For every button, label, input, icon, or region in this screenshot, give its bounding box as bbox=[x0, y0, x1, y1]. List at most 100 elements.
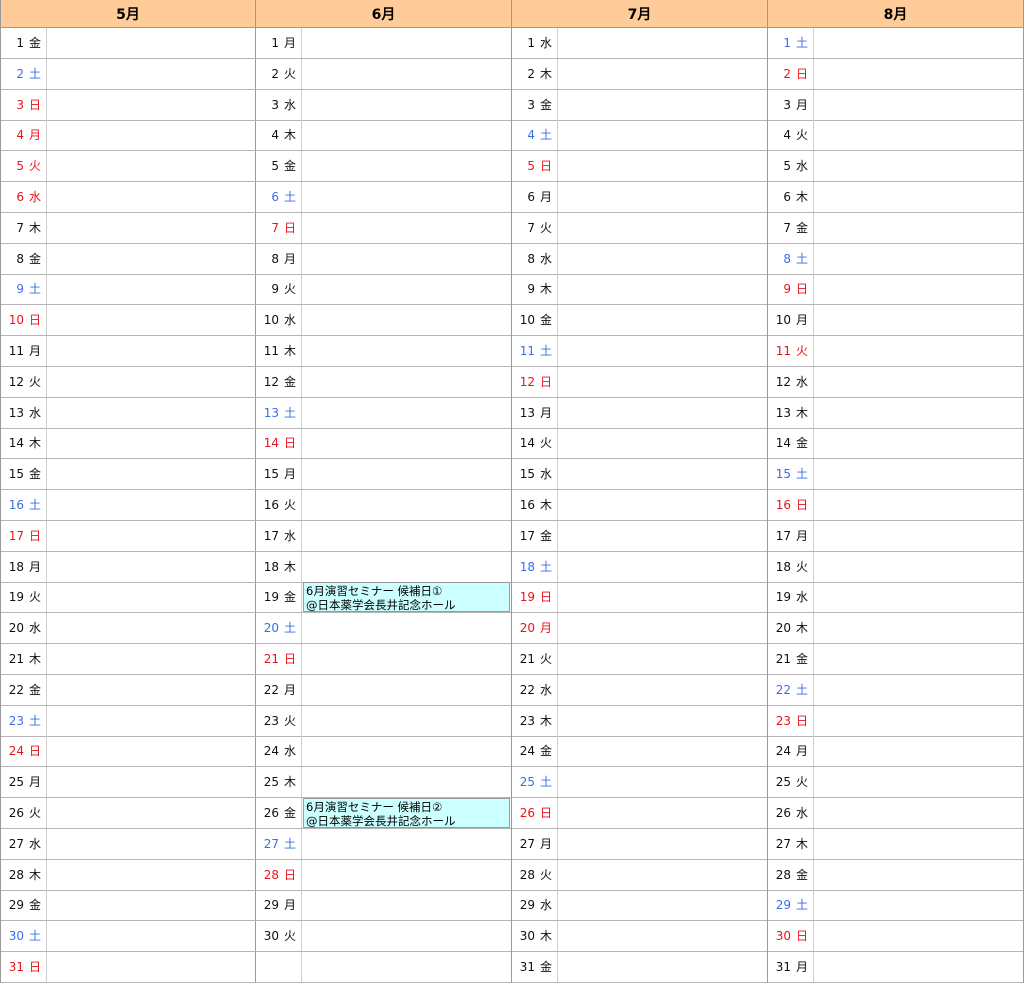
day-row[interactable]: 18 土 bbox=[512, 551, 767, 583]
day-row[interactable]: 23 日 bbox=[768, 705, 1023, 737]
day-row[interactable]: 24 金 bbox=[512, 736, 767, 768]
day-row[interactable]: 7日 bbox=[256, 212, 511, 244]
day-row[interactable]: 7金 bbox=[768, 212, 1023, 244]
day-row[interactable]: 1水 bbox=[512, 28, 767, 59]
day-row[interactable]: 27 土 bbox=[256, 828, 511, 860]
day-row[interactable]: 16 日 bbox=[768, 490, 1023, 521]
day-row[interactable]: 22 金 bbox=[1, 674, 256, 706]
day-row[interactable]: 30 日 bbox=[768, 921, 1023, 953]
day-row[interactable]: 14 木 bbox=[1, 428, 256, 460]
day-row[interactable]: 24 水 bbox=[256, 736, 511, 768]
day-row[interactable]: 6月 bbox=[512, 182, 767, 213]
day-row[interactable]: 15 月 bbox=[256, 459, 511, 491]
day-row[interactable]: 5金 bbox=[256, 151, 511, 183]
day-row[interactable]: 10 水 bbox=[256, 305, 511, 337]
day-row[interactable]: 13 月 bbox=[512, 397, 767, 429]
day-row[interactable]: 20 水 bbox=[1, 613, 256, 645]
day-row[interactable]: 6土 bbox=[256, 182, 511, 213]
day-row[interactable]: 23 木 bbox=[512, 705, 767, 737]
day-row[interactable]: 17 月 bbox=[768, 520, 1023, 552]
day-row[interactable]: 30 火 bbox=[256, 921, 511, 953]
day-row[interactable]: 26 火 bbox=[1, 798, 256, 829]
day-row[interactable]: 22 土 bbox=[768, 674, 1023, 706]
day-row[interactable]: 13 木 bbox=[768, 397, 1023, 429]
day-row[interactable]: 16 土 bbox=[1, 490, 256, 521]
day-row[interactable]: 30 木 bbox=[512, 921, 767, 953]
day-row[interactable]: 11 土 bbox=[512, 336, 767, 367]
day-row[interactable]: 29 月 bbox=[256, 890, 511, 922]
day-row[interactable]: 17 水 bbox=[256, 520, 511, 552]
day-row[interactable] bbox=[256, 952, 511, 983]
day-row[interactable]: 20 月 bbox=[512, 613, 767, 645]
day-row[interactable]: 23 火 bbox=[256, 705, 511, 737]
day-row[interactable]: 2土 bbox=[1, 58, 256, 90]
day-row[interactable]: 25 月 bbox=[1, 767, 256, 799]
day-row[interactable]: 31 金 bbox=[512, 952, 767, 983]
day-row[interactable]: 31 月 bbox=[768, 952, 1023, 983]
day-row[interactable]: 4土 bbox=[512, 120, 767, 152]
day-row[interactable]: 2火 bbox=[256, 58, 511, 90]
day-row[interactable]: 18 月 bbox=[1, 551, 256, 583]
day-row[interactable]: 25 木 bbox=[256, 767, 511, 799]
day-row[interactable]: 4火 bbox=[768, 120, 1023, 152]
day-row[interactable]: 16 木 bbox=[512, 490, 767, 521]
day-row[interactable]: 26 日 bbox=[512, 798, 767, 829]
day-row[interactable]: 29 水 bbox=[512, 890, 767, 922]
day-row[interactable]: 11 木 bbox=[256, 336, 511, 367]
day-row[interactable]: 11 月 bbox=[1, 336, 256, 367]
day-row[interactable]: 21 火 bbox=[512, 644, 767, 675]
day-row[interactable]: 10 金 bbox=[512, 305, 767, 337]
day-row[interactable]: 3月 bbox=[768, 89, 1023, 121]
day-row[interactable]: 20 木 bbox=[768, 613, 1023, 645]
day-row[interactable]: 30 土 bbox=[1, 921, 256, 953]
day-row[interactable]: 2日 bbox=[768, 58, 1023, 90]
day-row[interactable]: 6月演習セミナー 候補日② @日本薬学会長井記念ホール 26 金 bbox=[256, 798, 511, 829]
day-row[interactable]: 3金 bbox=[512, 89, 767, 121]
day-row[interactable]: 25 火 bbox=[768, 767, 1023, 799]
day-row[interactable]: 24 日 bbox=[1, 736, 256, 768]
day-row[interactable]: 29 土 bbox=[768, 890, 1023, 922]
day-row[interactable]: 25 土 bbox=[512, 767, 767, 799]
day-row[interactable]: 19 水 bbox=[768, 582, 1023, 614]
day-row[interactable]: 7火 bbox=[512, 212, 767, 244]
day-row[interactable]: 14 金 bbox=[768, 428, 1023, 460]
day-row[interactable]: 18 火 bbox=[768, 551, 1023, 583]
day-row[interactable]: 21 金 bbox=[768, 644, 1023, 675]
day-row[interactable]: 28 木 bbox=[1, 859, 256, 891]
day-row[interactable]: 9火 bbox=[256, 274, 511, 306]
day-row[interactable]: 1金 bbox=[1, 28, 256, 59]
day-row[interactable]: 16 火 bbox=[256, 490, 511, 521]
day-row[interactable]: 10 月 bbox=[768, 305, 1023, 337]
day-row[interactable]: 18 木 bbox=[256, 551, 511, 583]
day-row[interactable]: 15 土 bbox=[768, 459, 1023, 491]
day-row[interactable]: 8金 bbox=[1, 243, 256, 275]
day-row[interactable]: 9日 bbox=[768, 274, 1023, 306]
day-row[interactable]: 13 水 bbox=[1, 397, 256, 429]
day-row[interactable]: 14 日 bbox=[256, 428, 511, 460]
day-row[interactable]: 17 日 bbox=[1, 520, 256, 552]
event-entry[interactable]: 6月演習セミナー 候補日② @日本薬学会長井記念ホール bbox=[303, 798, 510, 828]
day-row[interactable]: 10 日 bbox=[1, 305, 256, 337]
day-row[interactable]: 4木 bbox=[256, 120, 511, 152]
day-row[interactable]: 1月 bbox=[256, 28, 511, 59]
day-row[interactable]: 15 金 bbox=[1, 459, 256, 491]
day-row[interactable]: 9木 bbox=[512, 274, 767, 306]
day-row[interactable]: 27 木 bbox=[768, 828, 1023, 860]
day-row[interactable]: 8水 bbox=[512, 243, 767, 275]
day-row[interactable]: 2木 bbox=[512, 58, 767, 90]
day-row[interactable]: 6月演習セミナー 候補日① @日本薬学会長井記念ホール 19 金 bbox=[256, 582, 511, 614]
day-row[interactable]: 12 金 bbox=[256, 366, 511, 398]
day-row[interactable]: 28 日 bbox=[256, 859, 511, 891]
day-row[interactable]: 17 金 bbox=[512, 520, 767, 552]
day-row[interactable]: 28 火 bbox=[512, 859, 767, 891]
day-row[interactable]: 27 水 bbox=[1, 828, 256, 860]
day-row[interactable]: 13 土 bbox=[256, 397, 511, 429]
day-row[interactable]: 15 水 bbox=[512, 459, 767, 491]
day-row[interactable]: 7木 bbox=[1, 212, 256, 244]
day-row[interactable]: 3日 bbox=[1, 89, 256, 121]
day-row[interactable]: 12 水 bbox=[768, 366, 1023, 398]
day-row[interactable]: 9土 bbox=[1, 274, 256, 306]
event-entry[interactable]: 6月演習セミナー 候補日① @日本薬学会長井記念ホール bbox=[303, 582, 510, 613]
day-row[interactable]: 5水 bbox=[768, 151, 1023, 183]
day-row[interactable]: 26 水 bbox=[768, 798, 1023, 829]
